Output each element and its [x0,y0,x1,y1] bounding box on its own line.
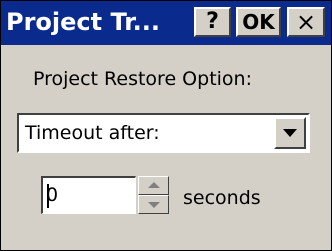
spin-up-icon [148,182,160,188]
spin-down-button[interactable] [138,195,169,214]
spin-up-button[interactable] [138,176,169,195]
help-button[interactable]: ? [194,7,231,37]
text-caret [47,184,49,208]
dialog-title: Project Tr... [6,8,160,36]
ok-button[interactable]: OK [236,7,281,37]
spin-down-icon [148,202,160,208]
restore-option-label: Project Restore Option: [33,68,252,90]
close-button[interactable]: × [287,7,325,37]
timeout-spinner [138,176,169,214]
restore-option-selected: Timeout after: [25,122,160,144]
project-dialog: Project Tr... ? OK × Project Restore Opt… [0,0,332,251]
dropdown-button[interactable] [274,117,306,149]
restore-option-select[interactable]: Timeout after: [17,113,310,153]
timeout-input[interactable]: 0 [41,176,136,214]
seconds-label: seconds [183,187,261,209]
title-bar: Project Tr... ? OK × [1,1,331,45]
chevron-down-icon [283,129,297,137]
